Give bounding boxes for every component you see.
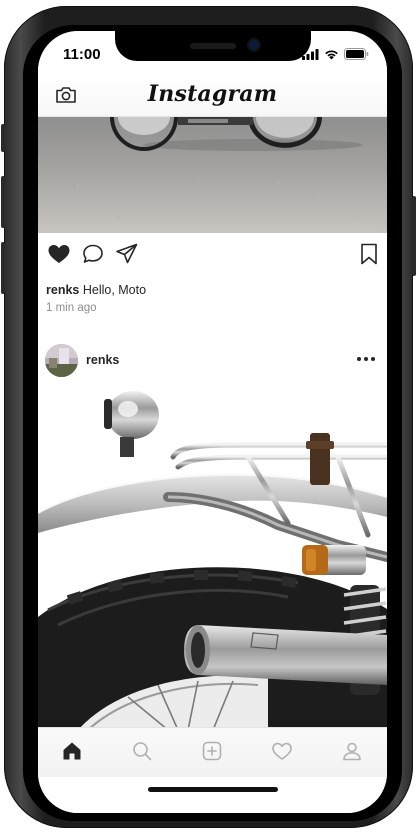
power-button [412,196,416,276]
safe-area-bottom [38,777,387,813]
post-caption: renks Hello, Moto [46,283,146,297]
notch [115,31,311,61]
home-icon[interactable] [60,739,84,763]
home-indicator[interactable] [148,787,278,792]
phone-frame: 11:00 Instagram renks Hello, Moto 1 min … [1,6,416,828]
avatar[interactable] [45,344,78,377]
volume-up-button [1,176,5,228]
front-camera [249,40,259,50]
post-timestamp: 1 min ago [46,302,97,314]
activity-heart-icon[interactable] [270,739,294,763]
earpiece-speaker [190,43,236,49]
status-time: 11:00 [63,46,101,63]
rack-strap [310,433,330,485]
feed[interactable]: renks Hello, Moto 1 min ago renks [38,117,387,727]
post-actions [38,241,387,271]
search-icon[interactable] [130,739,154,763]
like-heart-icon[interactable] [46,241,72,267]
post-username[interactable]: renks [86,353,119,367]
volume-down-button [1,242,5,294]
new-post-icon[interactable] [200,739,224,763]
comment-icon[interactable] [80,241,106,267]
bookmark-icon[interactable] [356,241,382,267]
post-photo[interactable] [38,117,387,233]
avatar-image [45,344,78,377]
tail-lamp [104,391,159,457]
caption-text: Hello, Moto [82,283,147,297]
mute-switch [1,124,5,152]
post-header: renks [38,339,387,379]
more-options-icon[interactable] [355,349,377,369]
status-icons [302,48,369,60]
share-paper-plane-icon[interactable] [114,241,140,267]
phone-screen: 11:00 Instagram renks Hello, Moto 1 min … [38,31,387,813]
profile-icon[interactable] [340,739,364,763]
post-photo[interactable] [38,385,387,727]
caption-username[interactable]: renks [46,283,79,297]
motorcycle-photo-closeup [38,391,387,727]
battery-icon [344,48,369,60]
instagram-logo: Instagram [147,81,278,107]
tab-bar [38,727,387,777]
wifi-icon [325,49,338,59]
app-header: Instagram [38,75,387,117]
motorcycle-photo-road [38,117,387,233]
